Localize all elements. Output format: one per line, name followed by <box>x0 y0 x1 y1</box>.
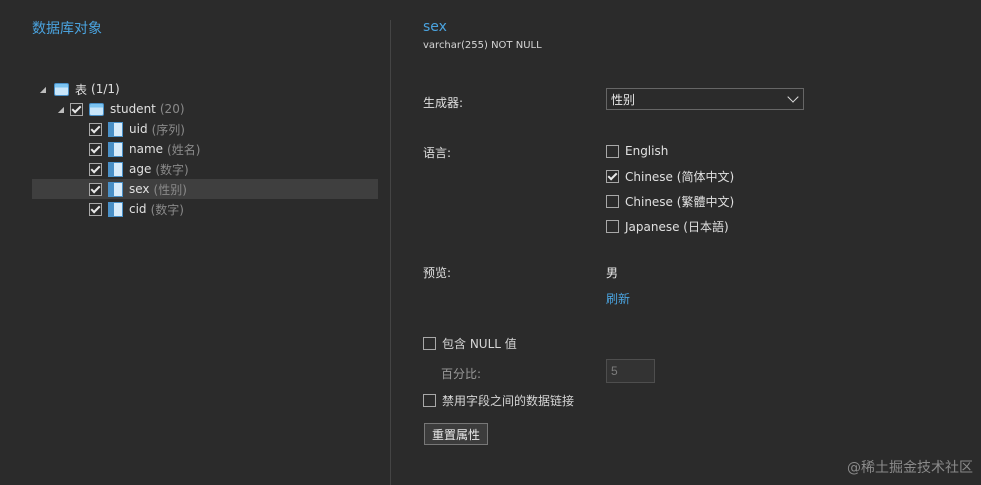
preview-value: 男 <box>606 266 619 280</box>
percent-label: 百分比: <box>441 367 482 381</box>
tree-column-age[interactable]: age (数字) <box>32 159 378 179</box>
tables-folder-icon <box>54 82 69 96</box>
tree-column-cid[interactable]: cid (数字) <box>32 199 378 219</box>
column-icon <box>108 201 123 217</box>
column-checkbox[interactable] <box>89 162 102 176</box>
column-checkbox[interactable] <box>89 122 102 136</box>
column-type: (数字) <box>155 162 189 177</box>
refresh-link[interactable]: 刷新 <box>606 290 630 307</box>
column-icon <box>108 181 123 197</box>
generator-select-value: 性别 <box>611 92 636 107</box>
table-row-count: (20) <box>159 102 185 116</box>
field-type-text: varchar(255) NOT NULL <box>423 40 542 51</box>
tree-node-tables[interactable]: ◢ 表 (1/1) <box>32 79 378 99</box>
tree-column-sex[interactable]: sex (性别) <box>32 179 378 199</box>
column-checkbox[interactable] <box>89 142 102 156</box>
column-name: uid <box>129 122 148 136</box>
language-option-chinese-simplified[interactable]: Chinese (简体中文) <box>606 167 734 185</box>
reset-properties-button[interactable]: 重置属性 <box>424 423 488 445</box>
table-icon <box>89 102 104 116</box>
tree-node-count: (1/1) <box>91 82 120 96</box>
disable-data-link-option[interactable]: 禁用字段之间的数据链接 <box>423 392 574 409</box>
tree-column-uid[interactable]: uid (序列) <box>32 119 378 139</box>
watermark: @稀土掘金技术社区 <box>847 460 973 476</box>
field-properties-panel: sex varchar(255) NOT NULL 生成器: 性别 语言: En… <box>391 0 981 485</box>
tree-node-label: 表 <box>75 82 88 97</box>
column-icon <box>108 121 123 137</box>
language-option-japanese[interactable]: Japanese (日本語) <box>606 217 729 235</box>
column-icon <box>108 141 123 157</box>
table-label: student <box>110 102 156 116</box>
language-checkbox[interactable] <box>606 194 619 208</box>
column-type: (数字) <box>150 202 184 217</box>
language-option-label: Chinese (简体中文) <box>625 169 735 184</box>
language-option-english[interactable]: English <box>606 142 668 160</box>
language-checkbox[interactable] <box>606 219 619 233</box>
disable-data-link-checkbox[interactable] <box>423 394 436 407</box>
column-checkbox[interactable] <box>89 202 102 216</box>
database-objects-panel: 数据库对象 ◢ 表 (1/1) ◢ student (20) uid (序列) … <box>0 0 390 485</box>
generator-label: 生成器: <box>423 96 464 110</box>
include-null-option[interactable]: 包含 NULL 值 <box>423 335 517 352</box>
percent-input[interactable] <box>606 359 655 383</box>
chevron-down-icon <box>787 91 799 103</box>
collapse-arrow-icon[interactable]: ◢ <box>56 104 66 114</box>
column-type: (序列) <box>151 122 185 137</box>
field-name-heading: sex <box>423 19 447 35</box>
include-null-label: 包含 NULL 值 <box>442 337 517 351</box>
language-checkbox[interactable] <box>606 144 619 158</box>
collapse-arrow-icon[interactable]: ◢ <box>38 84 48 94</box>
column-icon <box>108 161 123 177</box>
generator-select[interactable]: 性别 <box>606 88 804 110</box>
column-type: (性别) <box>153 182 187 197</box>
preview-label: 预览: <box>423 266 452 280</box>
language-label: 语言: <box>423 146 452 160</box>
tree-node-student[interactable]: ◢ student (20) <box>32 99 378 119</box>
column-type: (姓名) <box>167 142 201 157</box>
table-checkbox[interactable] <box>70 102 83 116</box>
tree-column-name[interactable]: name (姓名) <box>32 139 378 159</box>
language-option-label: Japanese (日本語) <box>625 219 729 234</box>
include-null-checkbox[interactable] <box>423 337 436 350</box>
column-checkbox[interactable] <box>89 182 102 196</box>
column-name: age <box>129 162 152 176</box>
language-option-label: English <box>625 144 669 158</box>
language-checkbox[interactable] <box>606 169 619 183</box>
panel-title: 数据库对象 <box>32 21 102 37</box>
language-option-label: Chinese (繁體中文) <box>625 194 735 209</box>
column-name: cid <box>129 202 147 216</box>
disable-data-link-label: 禁用字段之间的数据链接 <box>442 394 575 408</box>
language-option-chinese-traditional[interactable]: Chinese (繁體中文) <box>606 192 734 210</box>
column-name: name <box>129 142 164 156</box>
column-name: sex <box>129 182 150 196</box>
